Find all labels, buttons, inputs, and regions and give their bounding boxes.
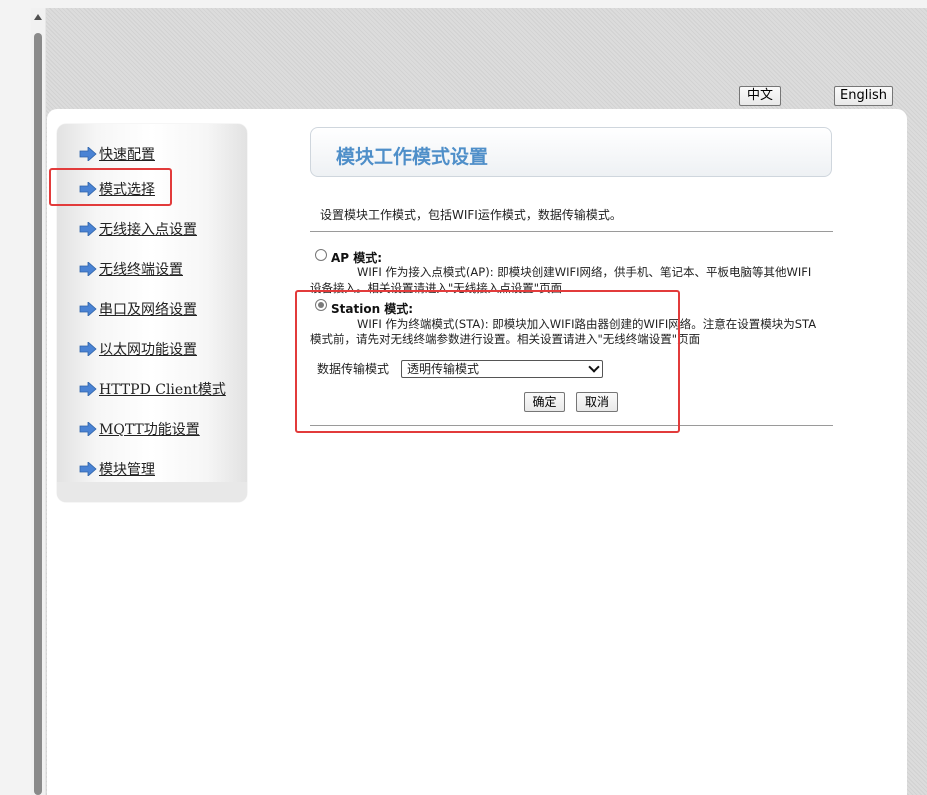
transfer-mode-select[interactable]: 透明传输模式 [401,360,603,378]
ap-mode-label: AP 模式: [331,251,383,265]
sidebar-item-label: 无线终端设置 [99,262,183,278]
content-panel: 快速配置 模式选择 无线接入点设置 无线终端设置 串口及网络设置 以太网功能设置… [47,109,907,795]
sidebar-item-ap-settings[interactable]: 无线接入点设置 [79,219,197,239]
sidebar-item-serial-network[interactable]: 串口及网络设置 [79,299,197,319]
sidebar-item-mode-select[interactable]: 模式选择 [79,179,155,199]
sidebar-item-sta-settings[interactable]: 无线终端设置 [79,259,183,279]
arrow-right-icon [79,262,97,276]
sidebar-item-label: 串口及网络设置 [99,302,197,318]
transfer-mode-label: 数据传输模式 [317,362,390,376]
sidebar-item-label: HTTPD Client模式 [99,382,226,398]
lang-zh-button[interactable]: 中文 [739,86,781,106]
arrow-right-icon [79,382,97,396]
chevron-down-icon [588,361,600,373]
sidebar-item-label: 无线接入点设置 [99,222,197,238]
lang-en-button[interactable]: English [834,86,893,106]
ap-mode-description-line2: 设备接入。相关设置请进入"无线接入点设置"页面 [310,281,563,295]
sidebar-item-mqtt[interactable]: MQTT功能设置 [79,419,200,439]
sidebar-item-module-management[interactable]: 模块管理 [79,459,155,479]
scrollbar[interactable] [31,8,46,795]
arrow-right-icon [79,302,97,316]
sidebar-item-httpd-client[interactable]: HTTPD Client模式 [79,379,226,399]
sidebar-item-label: 模块管理 [99,462,155,478]
station-mode-label: Station 模式: [331,302,414,316]
sidebar-item-label: 模式选择 [99,182,155,198]
divider-bottom [310,425,833,426]
page-description: 设置模块工作模式，包括WIFI运作模式，数据传输模式。 [320,208,622,222]
ap-mode-radio[interactable] [315,249,327,261]
sidebar: 快速配置 模式选择 无线接入点设置 无线终端设置 串口及网络设置 以太网功能设置… [57,124,247,502]
arrow-right-icon [79,462,97,476]
sidebar-item-label: MQTT功能设置 [99,422,200,438]
sidebar-item-ethernet[interactable]: 以太网功能设置 [79,339,197,359]
sidebar-footer [57,482,247,502]
arrow-right-icon [79,342,97,356]
sidebar-item-label: 以太网功能设置 [99,342,197,358]
browser-top-strip [0,0,927,8]
arrow-right-icon [79,222,97,236]
station-mode-description-line1: WIFI 作为终端模式(STA): 即模块加入WIFI路由器创建的WIFI网络。… [357,317,817,331]
ap-mode-description-line1: WIFI 作为接入点模式(AP): 即模块创建WIFI网络，供手机、笔记本、平板… [357,265,812,279]
page-title: 模块工作模式设置 [336,146,489,168]
cancel-button[interactable]: 取消 [576,392,618,412]
sidebar-item-label: 快速配置 [99,147,155,163]
transfer-mode-selected: 透明传输模式 [407,362,480,376]
scroll-thumb[interactable] [34,33,42,795]
ok-button[interactable]: 确定 [524,392,565,412]
scroll-up-icon[interactable] [34,14,42,20]
arrow-right-icon [79,182,97,196]
page-header: 模块工作模式设置 [310,127,832,177]
left-margin [0,8,31,795]
arrow-right-icon [79,422,97,436]
station-mode-description-line2: 模式前，请先对无线终端参数进行设置。相关设置请进入"无线终端设置"页面 [310,332,701,346]
divider-top [310,231,833,232]
station-mode-radio[interactable] [315,299,327,311]
sidebar-item-quick-config[interactable]: 快速配置 [79,144,155,164]
arrow-right-icon [79,147,97,161]
